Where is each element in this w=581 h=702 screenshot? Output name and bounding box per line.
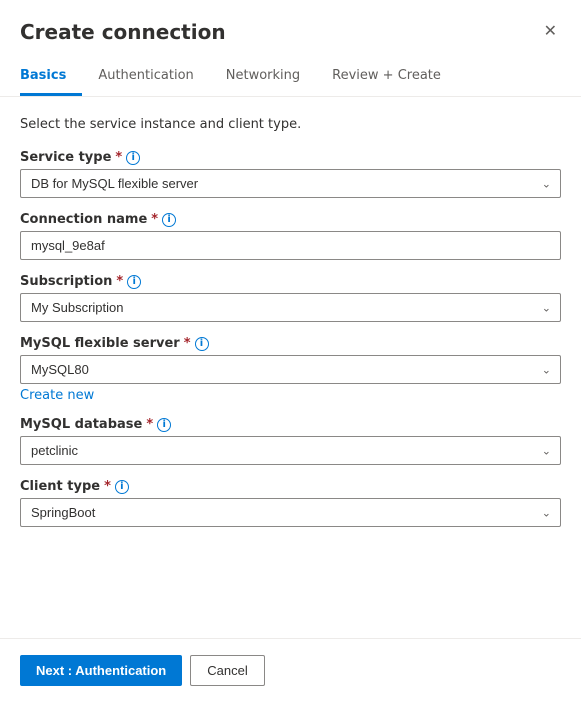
mysql-database-label-text: MySQL database	[20, 417, 142, 432]
client-type-info-icon: i	[115, 480, 129, 494]
close-button[interactable]: ✕	[540, 20, 561, 44]
dialog-header: Create connection ✕	[0, 0, 581, 44]
service-type-dropdown-wrapper: DB for MySQL flexible server ⌄	[20, 169, 561, 198]
mysql-database-label: MySQL database * i	[20, 417, 561, 432]
next-authentication-button[interactable]: Next : Authentication	[20, 655, 182, 686]
connection-name-input[interactable]	[20, 231, 561, 260]
subscription-dropdown[interactable]: My Subscription	[20, 293, 561, 322]
client-type-dropdown-wrapper: SpringBoot ⌄	[20, 498, 561, 527]
client-type-label: Client type * i	[20, 479, 561, 494]
mysql-database-field: MySQL database * i petclinic ⌄	[20, 417, 561, 465]
client-type-label-text: Client type	[20, 479, 100, 494]
mysql-database-info-icon: i	[157, 418, 171, 432]
tab-review-create[interactable]: Review + Create	[316, 60, 457, 96]
subscription-dropdown-wrapper: My Subscription ⌄	[20, 293, 561, 322]
dialog-title: Create connection	[20, 20, 226, 44]
mysql-server-dropdown-wrapper: MySQL80 ⌄	[20, 355, 561, 384]
section-description: Select the service instance and client t…	[20, 117, 561, 132]
client-type-field: Client type * i SpringBoot ⌄	[20, 479, 561, 527]
tab-authentication[interactable]: Authentication	[82, 60, 209, 96]
mysql-server-label-text: MySQL flexible server	[20, 336, 180, 351]
mysql-server-info-icon: i	[195, 337, 209, 351]
tab-basics[interactable]: Basics	[20, 60, 82, 96]
mysql-server-field: MySQL flexible server * i MySQL80 ⌄ Crea…	[20, 336, 561, 403]
client-type-dropdown[interactable]: SpringBoot	[20, 498, 561, 527]
create-connection-dialog: Create connection ✕ Basics Authenticatio…	[0, 0, 581, 702]
subscription-info-icon: i	[127, 275, 141, 289]
dialog-body: Select the service instance and client t…	[0, 97, 581, 638]
service-type-field: Service type * i DB for MySQL flexible s…	[20, 150, 561, 198]
client-type-required: *	[104, 479, 111, 494]
mysql-server-label: MySQL flexible server * i	[20, 336, 561, 351]
connection-name-info-icon: i	[162, 213, 176, 227]
connection-name-label-text: Connection name	[20, 212, 147, 227]
service-type-dropdown[interactable]: DB for MySQL flexible server	[20, 169, 561, 198]
connection-name-required: *	[151, 212, 158, 227]
service-type-required: *	[115, 150, 122, 165]
connection-name-field: Connection name * i	[20, 212, 561, 260]
service-type-label: Service type * i	[20, 150, 561, 165]
subscription-field: Subscription * i My Subscription ⌄	[20, 274, 561, 322]
mysql-database-dropdown-wrapper: petclinic ⌄	[20, 436, 561, 465]
create-new-link[interactable]: Create new	[20, 388, 94, 403]
mysql-server-required: *	[184, 336, 191, 351]
tab-bar: Basics Authentication Networking Review …	[0, 44, 581, 97]
mysql-database-dropdown[interactable]: petclinic	[20, 436, 561, 465]
cancel-button[interactable]: Cancel	[190, 655, 264, 686]
subscription-label: Subscription * i	[20, 274, 561, 289]
service-type-label-text: Service type	[20, 150, 111, 165]
mysql-database-required: *	[146, 417, 153, 432]
subscription-label-text: Subscription	[20, 274, 112, 289]
service-type-info-icon: i	[126, 151, 140, 165]
subscription-required: *	[116, 274, 123, 289]
connection-name-label: Connection name * i	[20, 212, 561, 227]
mysql-server-dropdown[interactable]: MySQL80	[20, 355, 561, 384]
tab-networking[interactable]: Networking	[210, 60, 316, 96]
dialog-footer: Next : Authentication Cancel	[0, 638, 581, 702]
